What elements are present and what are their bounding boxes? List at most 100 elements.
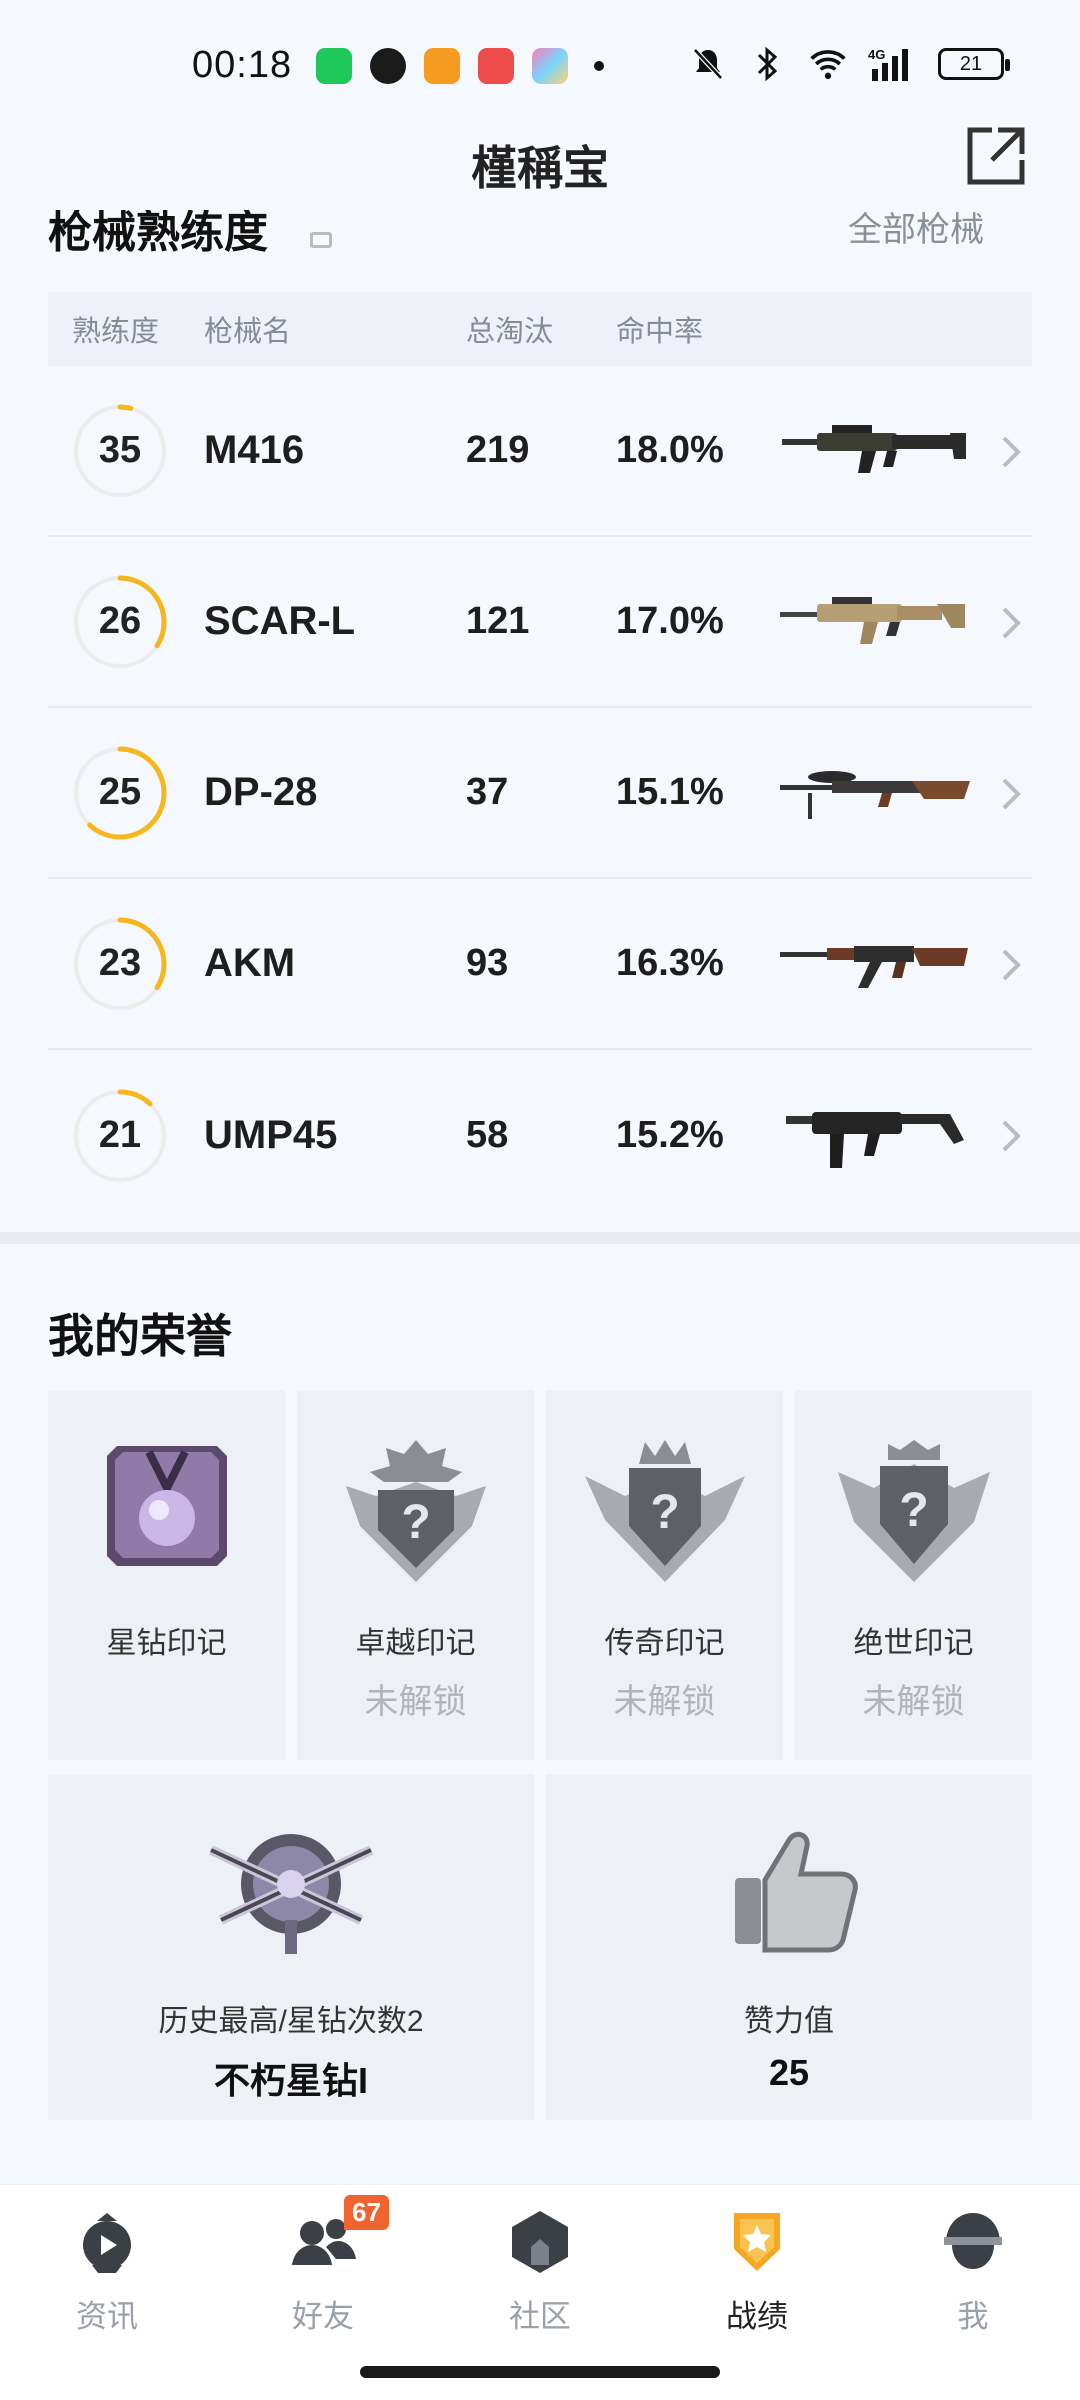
weapon-row-m416[interactable]: 35 M416 219 18.0% — [48, 366, 1032, 537]
column-header-weapon: 枪械名 — [204, 316, 292, 348]
weapon-row-akm[interactable]: 23 AKM 93 16.3% — [48, 879, 1032, 1050]
ump45-smg-image — [786, 1111, 964, 1168]
wifi-icon — [808, 44, 848, 84]
app-icon-5 — [532, 48, 568, 84]
locked-emblem-icon: ? — [584, 1440, 745, 1582]
mastery-level: 23 — [98, 941, 142, 984]
rank-crossed-guns-icon — [208, 1834, 374, 1954]
star-diamond-medal-icon — [106, 1446, 227, 1566]
mastery-ring: 35 — [72, 403, 168, 499]
record-icon — [722, 2207, 792, 2277]
column-header-mastery: 熟练度 — [72, 316, 160, 348]
community-icon — [505, 2207, 575, 2277]
chevron-right-icon — [1002, 778, 1021, 810]
nav-label: 好友 — [292, 2299, 354, 2334]
bluetooth-icon — [748, 44, 788, 84]
honor-status: 未解锁 — [364, 1683, 467, 1721]
weapon-table-header: 熟练度 枪械名 总淘汰 命中率 — [48, 292, 1032, 366]
locked-emblem-icon: ? — [345, 1440, 486, 1582]
page-title: 槿稱宝 — [471, 142, 609, 194]
svg-text:?: ? — [899, 1484, 928, 1537]
dp-28-gun-image — [780, 770, 970, 819]
chevron-right-icon — [1002, 1120, 1021, 1152]
weapon-kills: 93 — [466, 942, 509, 984]
section-divider — [0, 1232, 1080, 1244]
akm-rifle-image — [780, 945, 968, 988]
chevron-right-icon — [1002, 607, 1021, 639]
honor-status: 未解锁 — [862, 1683, 965, 1721]
weapon-name: DP-28 — [204, 770, 318, 814]
weapon-section-title: 枪械熟练度 — [48, 210, 268, 257]
nav-label: 战绩 — [726, 2299, 788, 2334]
status-time: 00:18 — [192, 44, 293, 86]
weapon-name: M416 — [204, 428, 305, 472]
honor-card-legend[interactable]: ? 传奇印记 未解锁 — [546, 1390, 783, 1760]
svg-text:?: ? — [401, 1496, 430, 1549]
more-notifications-dot — [594, 61, 604, 71]
column-header-accuracy: 命中率 — [616, 316, 704, 348]
app-icon-2 — [370, 48, 406, 84]
friends-count-badge: 67 — [344, 2195, 389, 2230]
weapon-accuracy: 15.2% — [616, 1114, 724, 1156]
nav-item-me[interactable]: 我 — [898, 2207, 1048, 2347]
app-icon-3 — [424, 48, 460, 84]
scar-l-rifle-image — [780, 596, 965, 644]
share-external-icon — [967, 127, 1025, 185]
mastery-ring: 21 — [72, 1088, 168, 1184]
history-rank-card[interactable]: 历史最高/星钻次数2 不朽星钻I — [48, 1774, 534, 2120]
nav-item-record[interactable]: 战绩 — [682, 2207, 832, 2347]
friends-icon: 67 — [288, 2195, 389, 2277]
home-indicator[interactable] — [360, 2366, 720, 2378]
column-header-kills: 总淘汰 — [466, 316, 554, 348]
all-weapons-link[interactable]: 全部枪械 — [848, 210, 984, 251]
status-system-icons: 4G 21 — [688, 44, 1010, 84]
honor-label: 星钻印记 — [106, 1627, 227, 1660]
battery-indicator: 21 — [938, 48, 1010, 80]
weapon-kills: 37 — [466, 771, 509, 813]
mastery-ring: 23 — [72, 916, 168, 1012]
wechat-app-icon — [316, 48, 352, 84]
weapon-row-dp-28[interactable]: 25 DP-28 37 15.1% — [48, 708, 1032, 879]
mastery-ring: 26 — [72, 574, 168, 670]
mastery-level: 21 — [98, 1113, 142, 1156]
honor-card-peerless[interactable]: ? 绝世印记 未解锁 — [795, 1390, 1032, 1760]
app-header: 槿稱宝 — [0, 110, 1080, 210]
chevron-right-icon — [1002, 949, 1021, 981]
honor-marks-grid: 星钻印记 ? 卓越印记 未解锁 ? 传奇印记 未解锁 ? 绝世印记 未解锁 — [48, 1390, 1032, 1760]
weapon-name: UMP45 — [204, 1113, 338, 1157]
weapon-kills: 58 — [466, 1114, 509, 1156]
share-button[interactable] — [964, 124, 1028, 188]
info-icon[interactable] — [310, 232, 332, 248]
weapon-row-scar-l[interactable]: 26 SCAR-L 121 17.0% — [48, 537, 1032, 708]
video-app-icon — [478, 48, 514, 84]
nav-item-friends[interactable]: 67 好友 — [248, 2195, 398, 2347]
nav-item-community[interactable]: 社区 — [465, 2207, 615, 2347]
history-rank-label: 历史最高/星钻次数2 — [158, 2005, 424, 2038]
nav-item-news[interactable]: 资讯 — [32, 2207, 182, 2347]
weapon-accuracy: 15.1% — [616, 771, 724, 813]
weapon-name: SCAR-L — [204, 599, 356, 643]
weapon-row-ump45[interactable]: 21 UMP45 58 15.2% — [48, 1050, 1032, 1221]
honor-label: 绝世印记 — [853, 1627, 974, 1660]
honor-stats-grid: 历史最高/星钻次数2 不朽星钻I 赞力值 25 — [48, 1774, 1032, 2120]
likes-value: 25 — [768, 2052, 810, 2093]
honor-label: 传奇印记 — [604, 1627, 725, 1660]
mastery-ring: 25 — [72, 745, 168, 841]
honor-card-excellence[interactable]: ? 卓越印记 未解锁 — [297, 1390, 534, 1760]
weapon-section-header: 枪械熟练度 全部枪械 — [48, 210, 1032, 260]
likes-card[interactable]: 赞力值 25 — [546, 1774, 1032, 2120]
status-app-icons — [316, 48, 604, 84]
honors-section-title: 我的荣誉 — [48, 1310, 232, 1362]
weapon-accuracy: 16.3% — [616, 942, 724, 984]
weapon-accuracy: 18.0% — [616, 429, 724, 471]
likes-label: 赞力值 — [744, 2005, 834, 2038]
profile-icon — [938, 2207, 1008, 2277]
nav-label: 社区 — [509, 2299, 571, 2334]
honor-status: 未解锁 — [613, 1683, 716, 1721]
honor-card-star-diamond[interactable]: 星钻印记 — [48, 1390, 285, 1760]
weapon-kills: 121 — [466, 600, 530, 642]
nav-label: 资讯 — [76, 2299, 138, 2334]
history-rank-value: 不朽星钻I — [213, 2060, 368, 2101]
mute-bell-icon — [688, 44, 728, 84]
honor-label: 卓越印记 — [355, 1627, 476, 1660]
